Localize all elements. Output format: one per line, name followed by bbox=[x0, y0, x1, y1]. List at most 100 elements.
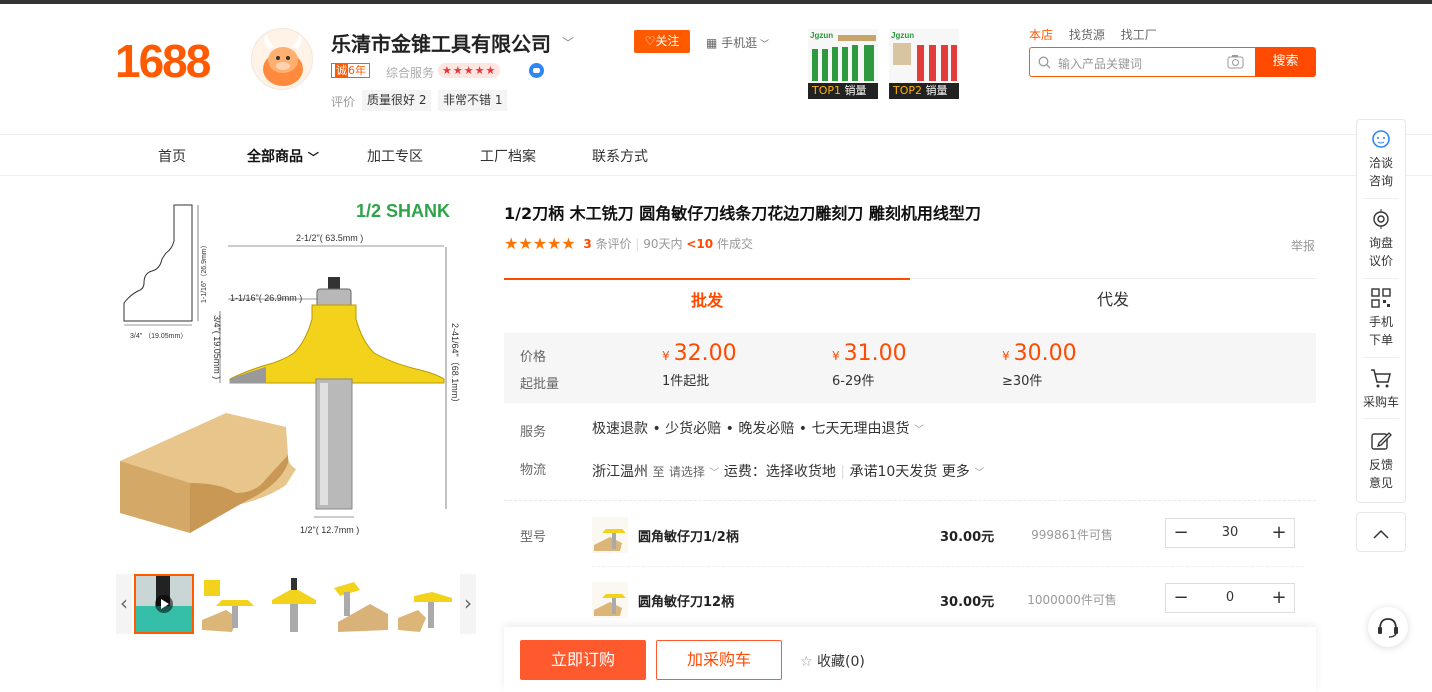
eval-tag[interactable]: 质量很好 2 bbox=[362, 90, 432, 111]
tab-this-shop[interactable]: 本店 bbox=[1029, 28, 1053, 42]
nav-home[interactable]: 首页 bbox=[158, 146, 186, 166]
target-icon bbox=[1373, 209, 1389, 229]
ship-promise: 承诺10天发货 bbox=[849, 464, 938, 480]
section-divider bbox=[504, 500, 1316, 501]
nav-factory-profile[interactable]: 工厂档案 bbox=[480, 146, 536, 166]
chevron-left-icon[interactable]: ‹ bbox=[116, 574, 132, 634]
tab-wholesale[interactable]: 批发 bbox=[504, 278, 910, 320]
chat-bubble-icon bbox=[1372, 130, 1390, 148]
back-to-top-button[interactable] bbox=[1356, 512, 1406, 552]
buy-now-button[interactable]: 立即订购 bbox=[520, 640, 646, 680]
site-logo[interactable]: 1688 bbox=[115, 34, 211, 88]
nav-contact[interactable]: 联系方式 bbox=[592, 146, 648, 166]
promo-badge: TOP2 销量 bbox=[889, 83, 959, 99]
minus-icon[interactable]: − bbox=[1166, 584, 1196, 612]
shipping-fee: 运费：选择收货地 bbox=[723, 464, 836, 480]
sales-value: <10 bbox=[686, 237, 714, 251]
tier-price: 30.00 bbox=[1013, 341, 1077, 366]
customer-service-button[interactable] bbox=[1368, 607, 1408, 647]
chevron-down-icon: ﹀ bbox=[307, 151, 319, 164]
sidebar-feedback[interactable]: 反馈 意见 bbox=[1357, 430, 1405, 492]
chevron-down-icon[interactable]: ﹀ bbox=[709, 468, 719, 479]
thumbnail[interactable] bbox=[396, 574, 456, 634]
review-suffix[interactable]: 条评价 bbox=[596, 237, 632, 251]
sku-row: 圆角敏仔刀1/2柄 30.00元 999861件可售 − 30 + bbox=[592, 514, 1304, 574]
price-tier: ¥31.00 6-29件 bbox=[832, 341, 907, 389]
tier-price: 32.00 bbox=[673, 341, 737, 366]
tab-find-factory[interactable]: 找工厂 bbox=[1121, 28, 1157, 42]
favorite-button[interactable]: ☆ 收藏(0) bbox=[800, 651, 865, 671]
plus-icon[interactable]: + bbox=[1264, 519, 1294, 547]
quantity-input[interactable]: 0 bbox=[1196, 584, 1264, 612]
chat-icon[interactable] bbox=[529, 63, 544, 78]
sidebar-cart[interactable]: 采购车 bbox=[1357, 367, 1405, 411]
search-icon bbox=[1038, 56, 1051, 69]
tab-find-source[interactable]: 找货源 bbox=[1069, 28, 1105, 42]
logistics-row-label: 物流 bbox=[520, 463, 547, 478]
chevron-down-icon[interactable]: ﹀ bbox=[974, 468, 984, 479]
inner-width-dim: 1-1/16"( 26.9mm ) bbox=[230, 293, 302, 303]
cart-icon bbox=[1371, 369, 1391, 388]
more-link[interactable]: 更多 bbox=[942, 464, 970, 480]
chevron-down-icon[interactable]: ﹀ bbox=[562, 34, 574, 51]
promo-product[interactable]: Jgzun TOP1 销量 bbox=[808, 29, 878, 99]
minus-icon[interactable]: − bbox=[1166, 519, 1196, 547]
sidebar-label: 询盘 议价 bbox=[1368, 236, 1393, 268]
sku-name: 圆角敏仔刀1/2柄 bbox=[638, 530, 739, 545]
sidebar-label: 洽谈 咨询 bbox=[1368, 156, 1393, 188]
qr-code-icon bbox=[1371, 288, 1391, 308]
nav-all-products[interactable]: 全部商品 ﹀ bbox=[247, 146, 319, 166]
thumbnail[interactable] bbox=[330, 574, 390, 634]
follow-button[interactable]: ♡关注 bbox=[634, 30, 690, 53]
promo-product[interactable]: Jgzun TOP2 销量 bbox=[889, 29, 959, 99]
report-link[interactable]: 举报 bbox=[1291, 237, 1315, 254]
qr-icon: ▦ bbox=[706, 36, 722, 50]
sidebar-chat[interactable]: 洽谈 咨询 bbox=[1357, 128, 1405, 190]
price-tier: ¥32.00 1件起批 bbox=[662, 341, 737, 389]
chevron-right-icon[interactable]: › bbox=[460, 574, 476, 634]
tier-price: 31.00 bbox=[843, 341, 907, 366]
ship-from: 浙江温州 bbox=[592, 464, 648, 480]
promo-badge-text: 销量 bbox=[925, 84, 948, 97]
add-to-cart-button[interactable]: 加采购车 bbox=[656, 640, 782, 680]
sidebar-inquiry[interactable]: 询盘 议价 bbox=[1357, 208, 1405, 270]
destination-select[interactable]: 请选择 bbox=[669, 465, 705, 479]
sku-thumbnail[interactable] bbox=[592, 582, 628, 618]
product-title: 1/2刀柄 木工铣刀 圆角敏仔刀线条刀花边刀雕刻刀 雕刻机用线型刀 bbox=[504, 204, 981, 223]
currency: ¥ bbox=[1002, 349, 1010, 363]
sidebar-mobile-order[interactable]: 手机 下单 bbox=[1357, 287, 1405, 349]
service-text: 极速退款 • 少货必赔 • 晚发必赔 • 七天无理由退货 bbox=[592, 421, 910, 437]
shop-name[interactable]: 乐清市金锥工具有限公司 bbox=[331, 28, 551, 57]
left-height-dim: 3/4"( 19.05mm ) bbox=[212, 315, 222, 379]
thumbnail[interactable] bbox=[264, 574, 324, 634]
sku-thumbnail[interactable] bbox=[592, 517, 628, 553]
sidebar-divider bbox=[1363, 198, 1399, 199]
search-input[interactable]: 输入产品关键词 bbox=[1029, 47, 1255, 77]
search-button[interactable]: 搜索 bbox=[1255, 47, 1316, 77]
sidebar-label: 采购车 bbox=[1362, 395, 1399, 409]
rating-row: ★★★★★ 3 条评价 | 90天内 <10 件成交 bbox=[504, 234, 753, 253]
thumbnail[interactable] bbox=[198, 574, 258, 634]
cow-mascot-icon bbox=[263, 35, 303, 86]
eval-tag[interactable]: 非常不错 1 bbox=[438, 90, 508, 111]
thumbnail-video[interactable] bbox=[134, 574, 194, 634]
sku-stock: 1000000件可售 bbox=[1027, 593, 1117, 607]
router-bit-diagram: 1/2 SHANK 3/4" （19.05mm） 1-1/16"（26.9mm）… bbox=[120, 201, 460, 535]
sku-divider bbox=[592, 566, 1304, 567]
shop-avatar[interactable] bbox=[251, 28, 313, 90]
nav-processing[interactable]: 加工专区 bbox=[367, 146, 423, 166]
main-product-image[interactable]: 1/2 SHANK 3/4" （19.05mm） 1-1/16"（26.9mm）… bbox=[116, 193, 476, 555]
headset-icon bbox=[1378, 618, 1398, 638]
promo-rank: TOP2 bbox=[893, 84, 923, 97]
review-count[interactable]: 3 bbox=[583, 237, 591, 251]
service-guarantees[interactable]: 极速退款 • 少货必赔 • 晚发必赔 • 七天无理由退货 ﹀ bbox=[592, 418, 924, 438]
service-row-label: 服务 bbox=[520, 425, 547, 440]
plus-icon[interactable]: + bbox=[1264, 584, 1294, 612]
product-thumbnail bbox=[198, 574, 258, 634]
camera-icon[interactable] bbox=[1227, 54, 1244, 69]
tab-dropship[interactable]: 代发 bbox=[910, 278, 1316, 320]
quantity-input[interactable]: 30 bbox=[1196, 519, 1264, 547]
tier-moq: 6-29件 bbox=[832, 374, 875, 389]
mobile-link[interactable]: ▦ 手机逛 ﹀ bbox=[706, 34, 769, 51]
search-scope-tabs: 本店 找货源 找工厂 bbox=[1029, 26, 1169, 43]
